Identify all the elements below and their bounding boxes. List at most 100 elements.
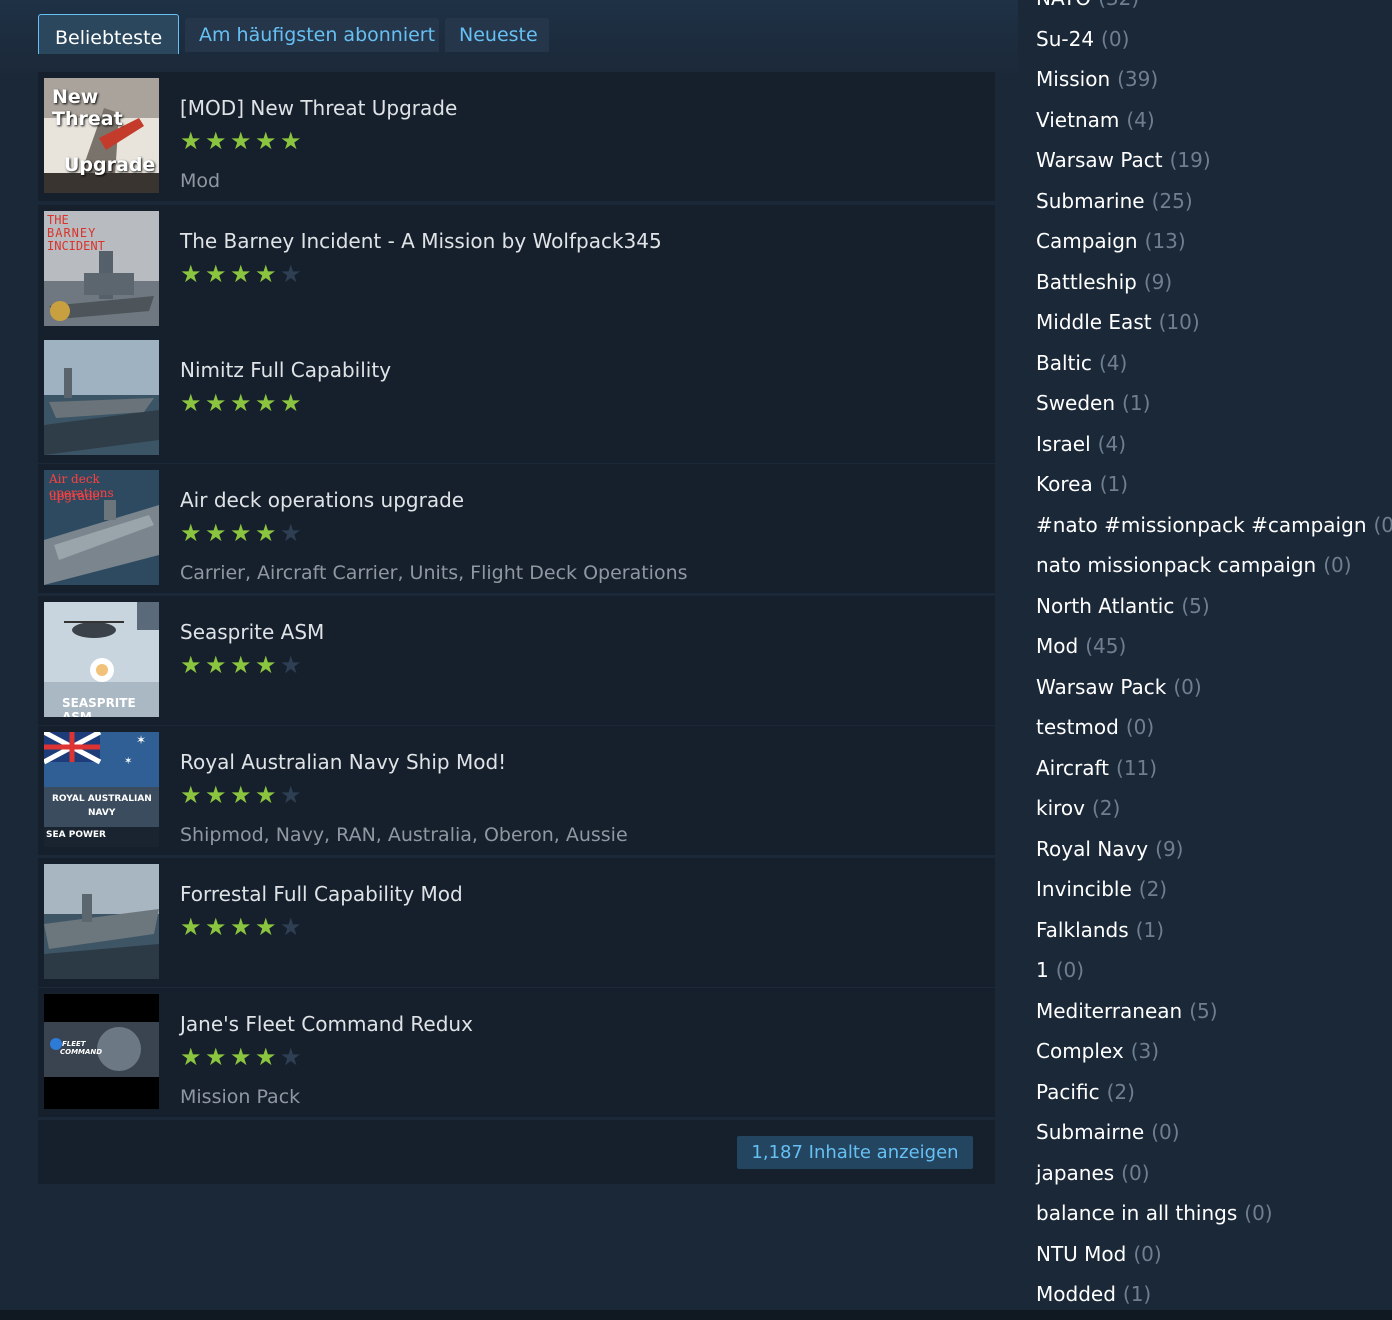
tag-filter-name[interactable]: Baltic <box>1036 351 1092 375</box>
tag-filter-item[interactable]: Israel (4) <box>1036 432 1126 456</box>
tag-filter-name[interactable]: Vietnam <box>1036 108 1119 132</box>
item-title[interactable]: Nimitz Full Capability <box>180 358 391 382</box>
tag-filter-name[interactable]: Submarine <box>1036 189 1145 213</box>
tag-filter-name[interactable]: Pacific <box>1036 1080 1100 1104</box>
item-title[interactable]: Forrestal Full Capability Mod <box>180 882 463 906</box>
tag-filter-name[interactable]: NATO <box>1036 0 1091 10</box>
workshop-item[interactable]: THE BARNEY INCIDENT The Barney Incident … <box>38 205 995 334</box>
tag-filter-item[interactable]: NATO (32) <box>1036 0 1139 10</box>
tag-filter-item[interactable]: Submairne (0) <box>1036 1120 1180 1144</box>
tag-filter-name[interactable]: NTU Mod <box>1036 1242 1126 1266</box>
workshop-item[interactable]: Nimitz Full Capability ★ ★ ★ ★ ★ <box>38 334 995 463</box>
tag-filter-name[interactable]: kirov <box>1036 796 1085 820</box>
item-thumbnail[interactable]: SEASPRITE ASM <box>44 602 159 717</box>
tag-filter-item[interactable]: NTU Mod (0) <box>1036 1242 1162 1266</box>
item-title[interactable]: Jane's Fleet Command Redux <box>180 1012 473 1036</box>
tag-filter-item[interactable]: Royal Navy (9) <box>1036 837 1183 861</box>
tag-filter-item[interactable]: Vietnam (4) <box>1036 108 1155 132</box>
tag-filter-name[interactable]: Sweden <box>1036 391 1115 415</box>
tag-filter-name[interactable]: Modded <box>1036 1282 1116 1306</box>
tag-filter-item[interactable]: Battleship (9) <box>1036 270 1172 294</box>
tag-filter-name[interactable]: Su-24 <box>1036 27 1094 51</box>
tab-am-haeufigsten-abonniert[interactable]: Am häufigsten abonniert <box>185 18 439 52</box>
tag-filter-item[interactable]: North Atlantic (5) <box>1036 594 1210 618</box>
star-filled-icon: ★ <box>180 519 202 547</box>
item-title[interactable]: Seasprite ASM <box>180 620 324 644</box>
tag-filter-item[interactable]: Submarine (25) <box>1036 189 1193 213</box>
item-thumbnail[interactable]: ✶ ✶ ROYAL AUSTRALIAN NAVY SEA POWER <box>44 732 159 847</box>
item-thumbnail[interactable] <box>44 864 159 979</box>
tag-filter-name[interactable]: Royal Navy <box>1036 837 1148 861</box>
tag-filter-name[interactable]: Campaign <box>1036 229 1138 253</box>
item-title[interactable]: [MOD] New Threat Upgrade <box>180 96 457 120</box>
workshop-item[interactable]: New Threat Upgrade [MOD] New Threat Upgr… <box>38 72 995 201</box>
tag-filter-count: (1) <box>1122 1282 1152 1306</box>
tag-filter-name[interactable]: japanes <box>1036 1161 1114 1185</box>
tag-filter-item[interactable]: Complex (3) <box>1036 1039 1159 1063</box>
item-thumbnail[interactable] <box>44 340 159 455</box>
tag-filter-item[interactable]: 1 (0) <box>1036 958 1084 982</box>
tab-beliebteste[interactable]: Beliebteste <box>38 14 179 54</box>
tag-filter-item[interactable]: #nato #missionpack #campaign (0) <box>1036 513 1392 537</box>
show-all-button[interactable]: 1,187 Inhalte anzeigen <box>737 1136 973 1169</box>
tag-filter-name[interactable]: Battleship <box>1036 270 1137 294</box>
item-tags: Mission Pack <box>180 1086 301 1108</box>
tag-filter-item[interactable]: Falklands (1) <box>1036 918 1164 942</box>
tag-filter-name[interactable]: testmod <box>1036 715 1119 739</box>
tag-filter-name[interactable]: Mediterranean <box>1036 999 1182 1023</box>
workshop-item[interactable]: FLEET COMMAND Jane's Fleet Command Redux… <box>38 988 995 1117</box>
tag-filter-item[interactable]: Aircraft (11) <box>1036 756 1157 780</box>
tag-filter-item[interactable]: testmod (0) <box>1036 715 1154 739</box>
item-title[interactable]: The Barney Incident - A Mission by Wolfp… <box>180 229 662 253</box>
tag-filter-name[interactable]: Submairne <box>1036 1120 1144 1144</box>
tag-filter-item[interactable]: kirov (2) <box>1036 796 1120 820</box>
tag-filter-item[interactable]: Sweden (1) <box>1036 391 1150 415</box>
tag-filter-name[interactable]: Israel <box>1036 432 1091 456</box>
tag-filter-item[interactable]: Warsaw Pact (19) <box>1036 148 1211 172</box>
tag-filter-name[interactable]: Complex <box>1036 1039 1124 1063</box>
tag-filter-name[interactable]: Mod <box>1036 634 1078 658</box>
item-thumbnail[interactable]: FLEET COMMAND <box>44 994 159 1109</box>
tag-filter-name[interactable]: Mission <box>1036 67 1110 91</box>
item-thumbnail[interactable]: Air deck operations upgrade <box>44 470 159 585</box>
workshop-item[interactable]: ✶ ✶ ROYAL AUSTRALIAN NAVY SEA POWER Roya… <box>38 726 995 855</box>
svg-text:✶: ✶ <box>124 756 132 767</box>
tag-filter-item[interactable]: Warsaw Pack (0) <box>1036 675 1202 699</box>
tab-neueste[interactable]: Neueste <box>445 18 549 52</box>
tag-filter-name[interactable]: Korea <box>1036 472 1093 496</box>
workshop-item[interactable]: SEASPRITE ASM Seasprite ASM ★ ★ ★ ★ ★ <box>38 596 995 725</box>
tag-filter-name[interactable]: Aircraft <box>1036 756 1109 780</box>
tag-filter-item[interactable]: Mediterranean (5) <box>1036 999 1218 1023</box>
tag-filter-name[interactable]: Invincible <box>1036 877 1132 901</box>
tag-filter-name[interactable]: balance in all things <box>1036 1201 1237 1225</box>
tag-filter-item[interactable]: Baltic (4) <box>1036 351 1127 375</box>
tag-filter-item[interactable]: Middle East (10) <box>1036 310 1200 334</box>
workshop-item[interactable]: Forrestal Full Capability Mod ★ ★ ★ ★ ★ <box>38 858 995 987</box>
workshop-item[interactable]: Air deck operations upgrade Air deck ope… <box>38 464 995 593</box>
thumb-text: BARNEY <box>47 226 97 240</box>
tag-filter-item[interactable]: Korea (1) <box>1036 472 1128 496</box>
tag-filter-name[interactable]: Falklands <box>1036 918 1129 942</box>
tag-filter-item[interactable]: Mod (45) <box>1036 634 1126 658</box>
tag-filter-name[interactable]: nato missionpack campaign <box>1036 553 1316 577</box>
item-thumbnail[interactable]: New Threat Upgrade <box>44 78 159 193</box>
tag-filter-name[interactable]: #nato #missionpack #campaign <box>1036 513 1367 537</box>
tag-filter-item[interactable]: nato missionpack campaign (0) <box>1036 553 1352 577</box>
tag-filter-item[interactable]: balance in all things (0) <box>1036 1201 1273 1225</box>
item-title[interactable]: Royal Australian Navy Ship Mod! <box>180 750 506 774</box>
tag-filter-item[interactable]: Modded (1) <box>1036 1282 1151 1306</box>
tag-filter-name[interactable]: Warsaw Pact <box>1036 148 1163 172</box>
tag-filter-name[interactable]: Middle East <box>1036 310 1152 334</box>
tag-filter-name[interactable]: 1 <box>1036 958 1049 982</box>
tag-filter-item[interactable]: Su-24 (0) <box>1036 27 1129 51</box>
item-title[interactable]: Air deck operations upgrade <box>180 488 464 512</box>
star-filled-icon: ★ <box>230 519 252 547</box>
tag-filter-item[interactable]: Pacific (2) <box>1036 1080 1135 1104</box>
tag-filter-item[interactable]: Invincible (2) <box>1036 877 1167 901</box>
tag-filter-item[interactable]: japanes (0) <box>1036 1161 1150 1185</box>
tag-filter-item[interactable]: Campaign (13) <box>1036 229 1186 253</box>
tag-filter-item[interactable]: Mission (39) <box>1036 67 1158 91</box>
item-thumbnail[interactable]: THE BARNEY INCIDENT <box>44 211 159 326</box>
tag-filter-name[interactable]: North Atlantic <box>1036 594 1174 618</box>
tag-filter-name[interactable]: Warsaw Pack <box>1036 675 1166 699</box>
